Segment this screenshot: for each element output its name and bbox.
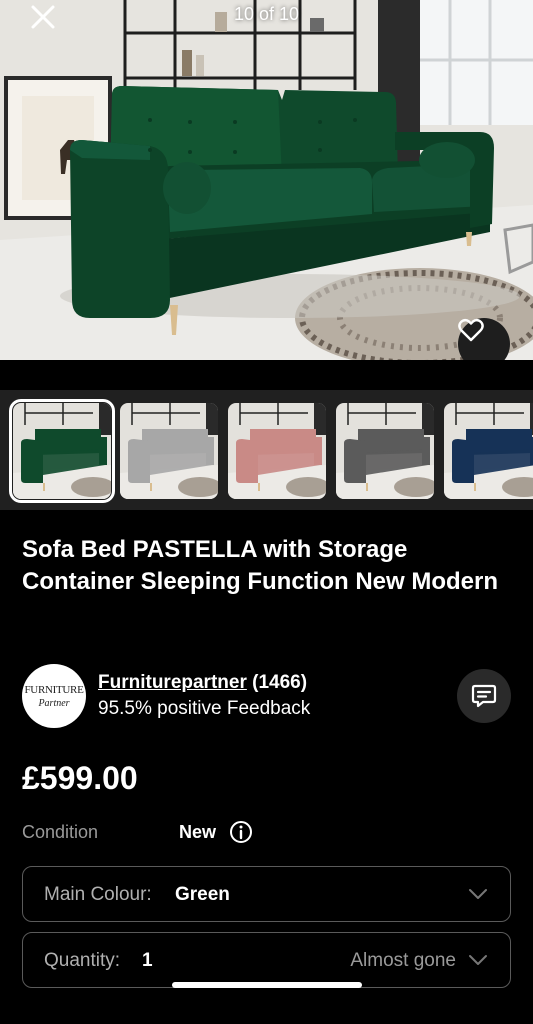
stock-note: Almost gone bbox=[350, 950, 456, 971]
main-colour-label: Main Colour: bbox=[44, 884, 152, 905]
condition-info-button[interactable] bbox=[229, 820, 253, 844]
condition-value: New bbox=[179, 822, 217, 842]
sofa-photo bbox=[0, 0, 533, 360]
thumbnail-dark-grey[interactable] bbox=[336, 403, 434, 499]
thumbnail-strip[interactable] bbox=[0, 390, 533, 510]
chevron-down-icon bbox=[469, 889, 487, 899]
quantity-value: 1 bbox=[142, 950, 153, 971]
heart-icon bbox=[458, 318, 484, 342]
condition-label: Condition bbox=[22, 822, 99, 842]
home-indicator[interactable] bbox=[172, 982, 362, 988]
seller-logo-line1: FURNITURE bbox=[24, 683, 84, 696]
message-icon bbox=[471, 684, 497, 708]
quantity-label: Quantity: bbox=[44, 950, 121, 971]
image-counter: 10 of 10 bbox=[233, 4, 300, 24]
quantity-select[interactable]: Quantity: 1 Almost gone bbox=[22, 932, 511, 988]
main-colour-select[interactable]: Main Colour: Green bbox=[22, 866, 511, 922]
price: £599.00 bbox=[22, 760, 138, 796]
seller-info: Furniturepartner (1466) bbox=[98, 672, 307, 694]
message-seller-button[interactable] bbox=[457, 669, 511, 723]
hero-image[interactable]: 10 of 10 bbox=[0, 0, 533, 360]
info-icon bbox=[230, 821, 252, 843]
thumbnail-navy[interactable] bbox=[444, 403, 533, 499]
main-colour-value: Green bbox=[175, 884, 230, 905]
seller-logo-line2: Partner bbox=[38, 697, 70, 709]
chevron-down-icon bbox=[469, 955, 487, 965]
seller-name-link[interactable]: Furniturepartner bbox=[98, 672, 247, 693]
seller-avatar[interactable]: FURNITURE Partner bbox=[22, 664, 86, 728]
seller-feedback-count: (1466) bbox=[252, 672, 308, 693]
product-title: Sofa Bed PASTELLA with Storage Container… bbox=[22, 536, 499, 595]
thumbnail-pink[interactable] bbox=[228, 403, 326, 499]
thumbnail-grey[interactable] bbox=[120, 403, 218, 499]
thumbnail-green[interactable] bbox=[9, 399, 115, 503]
seller-feedback: 95.5% positive Feedback bbox=[98, 698, 311, 719]
